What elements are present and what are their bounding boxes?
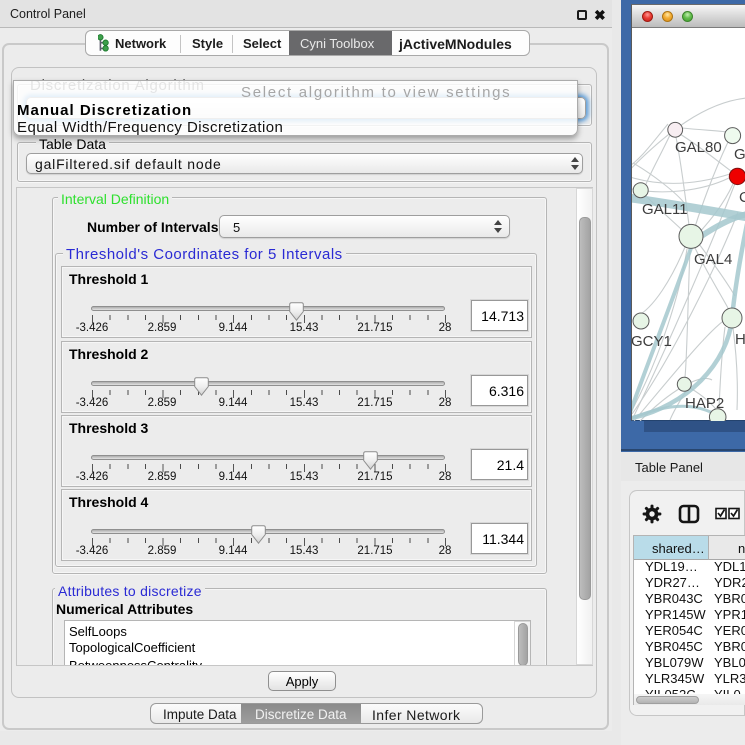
svg-text:HA: HA — [735, 331, 745, 348]
svg-text:GAL4: GAL4 — [694, 251, 732, 268]
svg-text:GAL80: GAL80 — [675, 139, 722, 156]
svg-text:GA: GA — [734, 146, 745, 163]
svg-text:GAL11: GAL11 — [642, 201, 688, 218]
svg-text:GCY1: GCY1 — [632, 333, 672, 350]
svg-text:HAP2: HAP2 — [685, 395, 724, 412]
svg-text:C: C — [739, 189, 745, 206]
